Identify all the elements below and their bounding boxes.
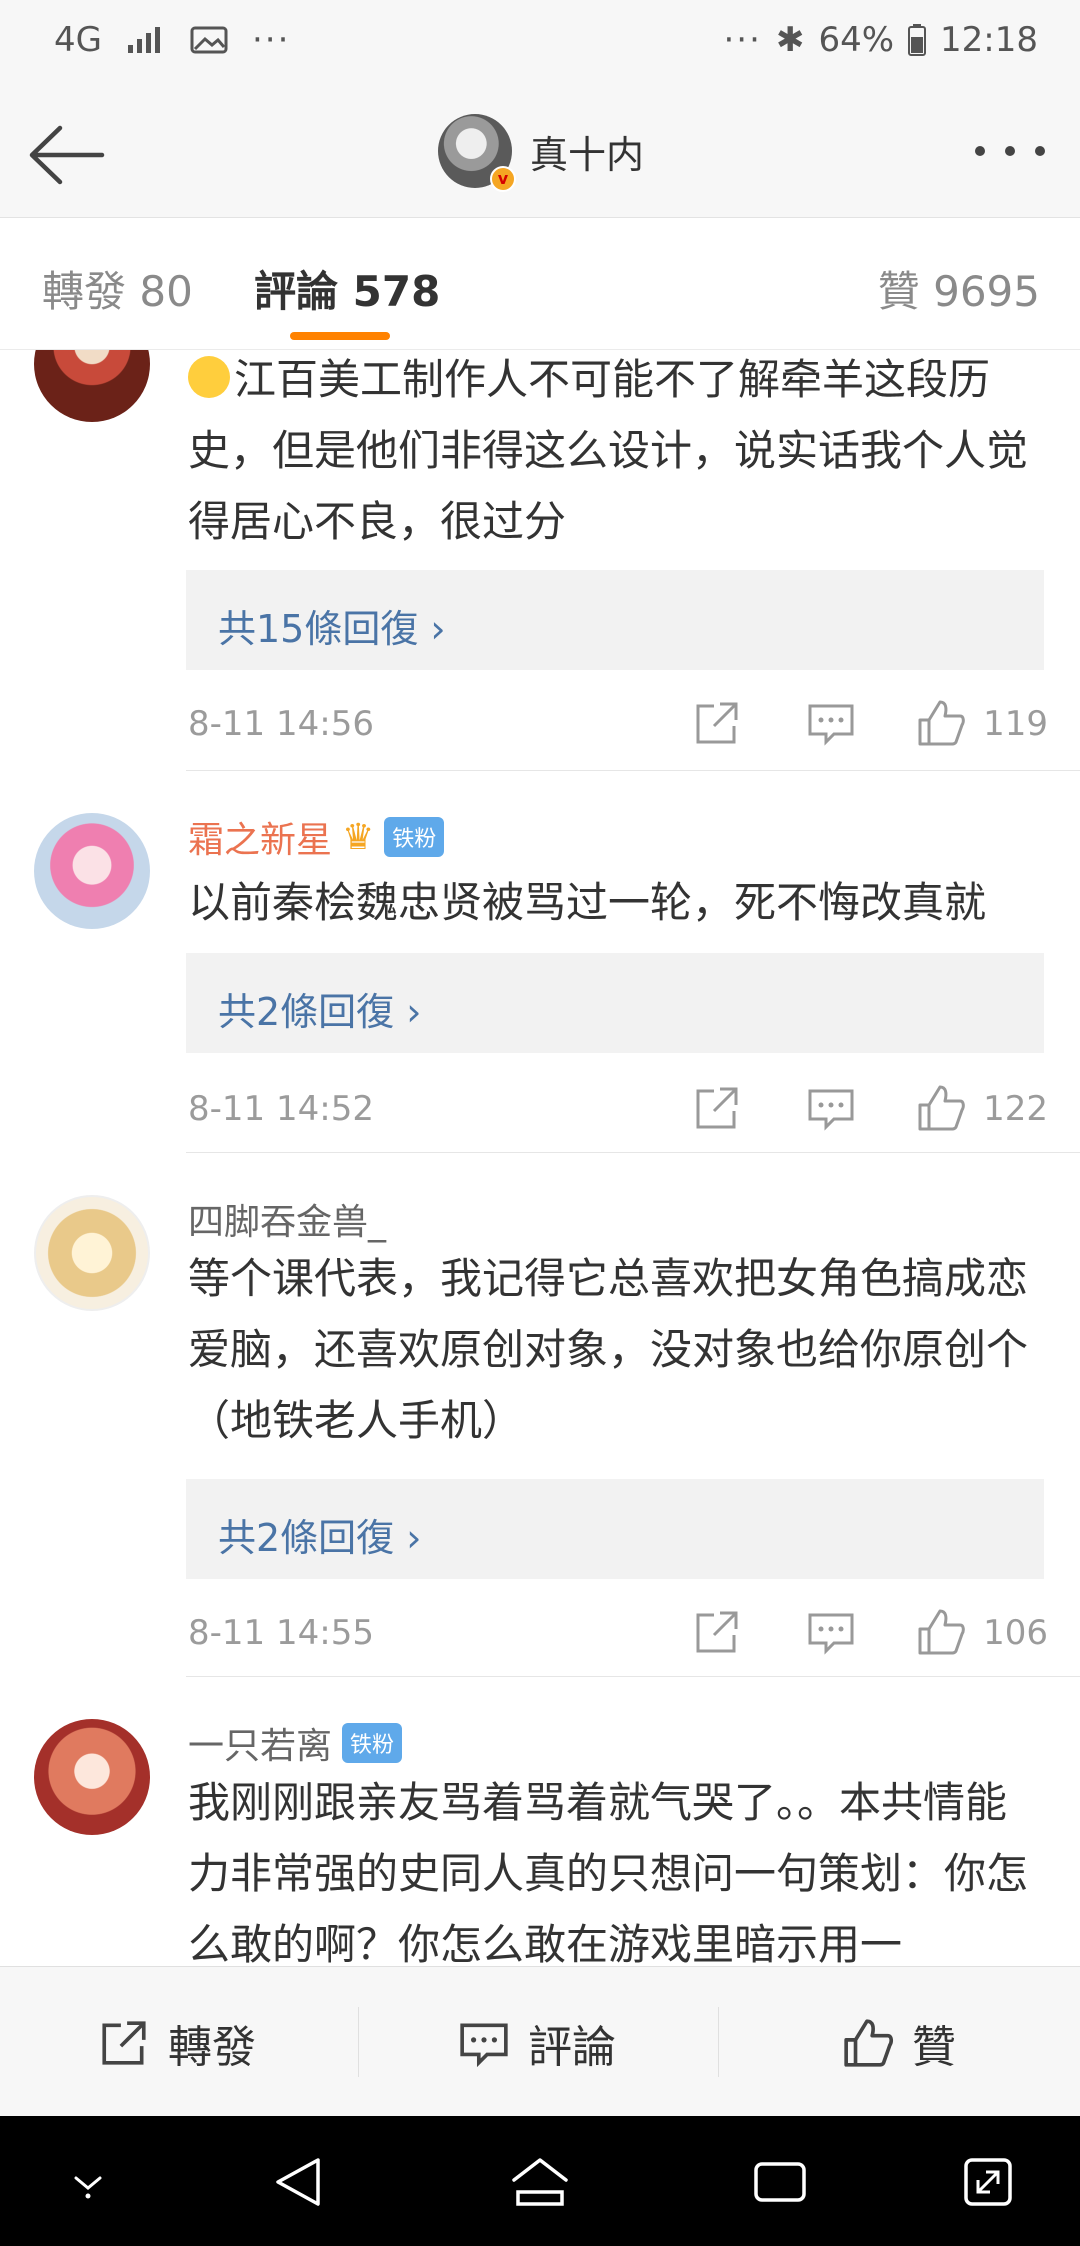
share-icon[interactable] xyxy=(692,1607,742,1657)
comment-label: 評論 xyxy=(528,2022,616,2073)
avatar[interactable]: v xyxy=(438,114,516,192)
replies-link[interactable]: 共15條回復 › xyxy=(186,570,1044,670)
share-icon[interactable] xyxy=(692,698,742,748)
comment-item: 四脚吞金兽_ 等个课代表，我记得它总喜欢把女角色搞成恋爱脑，还喜欢原创对象，没对… xyxy=(0,1153,1080,1676)
username-row: 四脚吞金兽_ xyxy=(188,1193,386,1245)
username[interactable]: 一只若离 xyxy=(188,1717,332,1769)
comment-item: 一只若离 铁粉 我刚刚跟亲友骂着骂着就气哭了。。本共情能力非常强的史同人真的只想… xyxy=(0,1677,1080,1966)
comment-time: 8-11 14:52 xyxy=(188,1089,374,1129)
share-icon[interactable] xyxy=(692,1083,742,1133)
like-icon[interactable] xyxy=(916,698,966,748)
avatar[interactable] xyxy=(34,813,150,929)
comment-icon[interactable] xyxy=(806,1607,856,1657)
status-right: ··· ✱ 64% 12:18 xyxy=(724,20,1039,60)
comment-meta: 8-11 14:52 122 xyxy=(188,1081,1048,1141)
comment-time: 8-11 14:55 xyxy=(188,1613,374,1653)
more-notifications-icon: ··· xyxy=(251,20,291,60)
back-icon[interactable] xyxy=(270,2152,330,2212)
comment-item: 江百美工制作人不可能不了解牵羊这段历史，但是他们非得这么设计，说实话我个人觉得居… xyxy=(0,350,1080,770)
like-button[interactable]: 贊 xyxy=(842,2011,956,2075)
page-title[interactable]: 真十内 xyxy=(530,124,644,179)
bottom-action-bar: 轉發 評論 贊 xyxy=(0,1966,1080,2116)
signal-icon xyxy=(127,27,160,53)
like-count: 122 xyxy=(983,1089,1048,1129)
recent-apps-icon[interactable] xyxy=(750,2152,810,2212)
hide-keyboard-icon[interactable] xyxy=(58,2152,118,2212)
comment-icon xyxy=(460,2023,508,2068)
comment-list[interactable]: 江百美工制作人不可能不了解牵羊这段历史，但是他们非得这么设计，说实话我个人觉得居… xyxy=(0,350,1080,1966)
tab-repost[interactable]: 轉發 80 xyxy=(42,258,193,319)
fan-badge: 铁粉 xyxy=(384,817,445,857)
status-left: 4G ··· xyxy=(54,20,290,60)
clock: 12:18 xyxy=(940,20,1038,60)
gallery-icon xyxy=(190,26,228,54)
avatar[interactable] xyxy=(34,1195,150,1311)
comment-time: 8-11 14:56 xyxy=(188,704,374,744)
more-options-icon[interactable] xyxy=(970,136,1050,166)
system-nav-bar xyxy=(0,2116,1080,2246)
repost-button[interactable]: 轉發 xyxy=(98,2011,256,2075)
overflow-icon: ··· xyxy=(723,20,762,60)
status-bar: 4G ··· ··· ✱ 64% 12:18 xyxy=(0,0,1080,90)
home-icon[interactable] xyxy=(510,2152,570,2212)
username-row: 一只若离 铁粉 xyxy=(188,1717,403,1769)
repost-icon xyxy=(102,2021,146,2065)
verified-badge: v xyxy=(490,166,516,192)
fan-badge: 铁粉 xyxy=(342,1723,403,1763)
active-tab-indicator xyxy=(290,332,390,340)
emoji-icon xyxy=(188,356,230,398)
replies-link[interactable]: 共2條回復 › xyxy=(186,953,1044,1053)
like-icon xyxy=(844,2019,894,2067)
like-icon[interactable] xyxy=(916,1607,966,1657)
comment-text: 我刚刚跟亲友骂着骂着就气哭了。。本共情能力非常强的史同人真的只想问一句策划：你怎… xyxy=(188,1778,1029,1966)
username[interactable]: 霜之新星 xyxy=(188,811,332,863)
replies-link[interactable]: 共2條回復 › xyxy=(186,1479,1044,1579)
top-nav-bar: v 真十内 xyxy=(0,90,1080,218)
expand-icon[interactable] xyxy=(958,2152,1018,2212)
separator xyxy=(358,2007,359,2077)
comment-text: 江百美工制作人不可能不了解牵羊这段历史，但是他们非得这么设计，说实话我个人觉得居… xyxy=(188,355,1029,546)
username[interactable]: 四脚吞金兽_ xyxy=(188,1193,386,1245)
avatar[interactable] xyxy=(34,1719,150,1835)
comment-icon[interactable] xyxy=(806,698,856,748)
comment-icon[interactable] xyxy=(806,1083,856,1133)
crown-icon: ♛ xyxy=(342,816,375,858)
comment-meta: 8-11 14:56 119 xyxy=(188,696,1048,756)
battery-percent: 64% xyxy=(818,20,895,60)
back-arrow-icon[interactable] xyxy=(26,120,106,190)
separator xyxy=(718,2007,719,2077)
like-count: 119 xyxy=(983,704,1048,744)
like-label: 贊 xyxy=(912,2022,956,2073)
comment-meta: 8-11 14:55 106 xyxy=(188,1605,1048,1665)
avatar[interactable] xyxy=(34,350,150,422)
profile-header[interactable]: v 真十内 xyxy=(438,114,644,192)
comment-text: 以前秦桧魏忠贤被骂过一轮，死不悔改真就 xyxy=(188,878,987,927)
battery-icon xyxy=(908,24,927,56)
tab-bar: 轉發 80 評論 578 贊 9695 xyxy=(0,218,1080,350)
comment-button[interactable]: 評論 xyxy=(458,2011,616,2075)
comment-item: 霜之新星 ♛ 铁粉 以前秦桧魏忠贤被骂过一轮，死不悔改真就 共2條回復 › 8-… xyxy=(0,771,1080,1152)
comment-text: 等个课代表，我记得它总喜欢把女角色搞成恋爱脑，还喜欢原创对象，没对象也给你原创个… xyxy=(188,1254,1029,1445)
bluetooth-icon: ✱ xyxy=(775,20,805,60)
like-count: 106 xyxy=(983,1613,1048,1653)
repost-label: 轉發 xyxy=(168,2022,256,2073)
tab-likes[interactable]: 贊 9695 xyxy=(878,258,1040,319)
username-row: 霜之新星 ♛ 铁粉 xyxy=(188,811,445,863)
network-label: 4G xyxy=(54,20,102,60)
like-icon[interactable] xyxy=(916,1083,966,1133)
